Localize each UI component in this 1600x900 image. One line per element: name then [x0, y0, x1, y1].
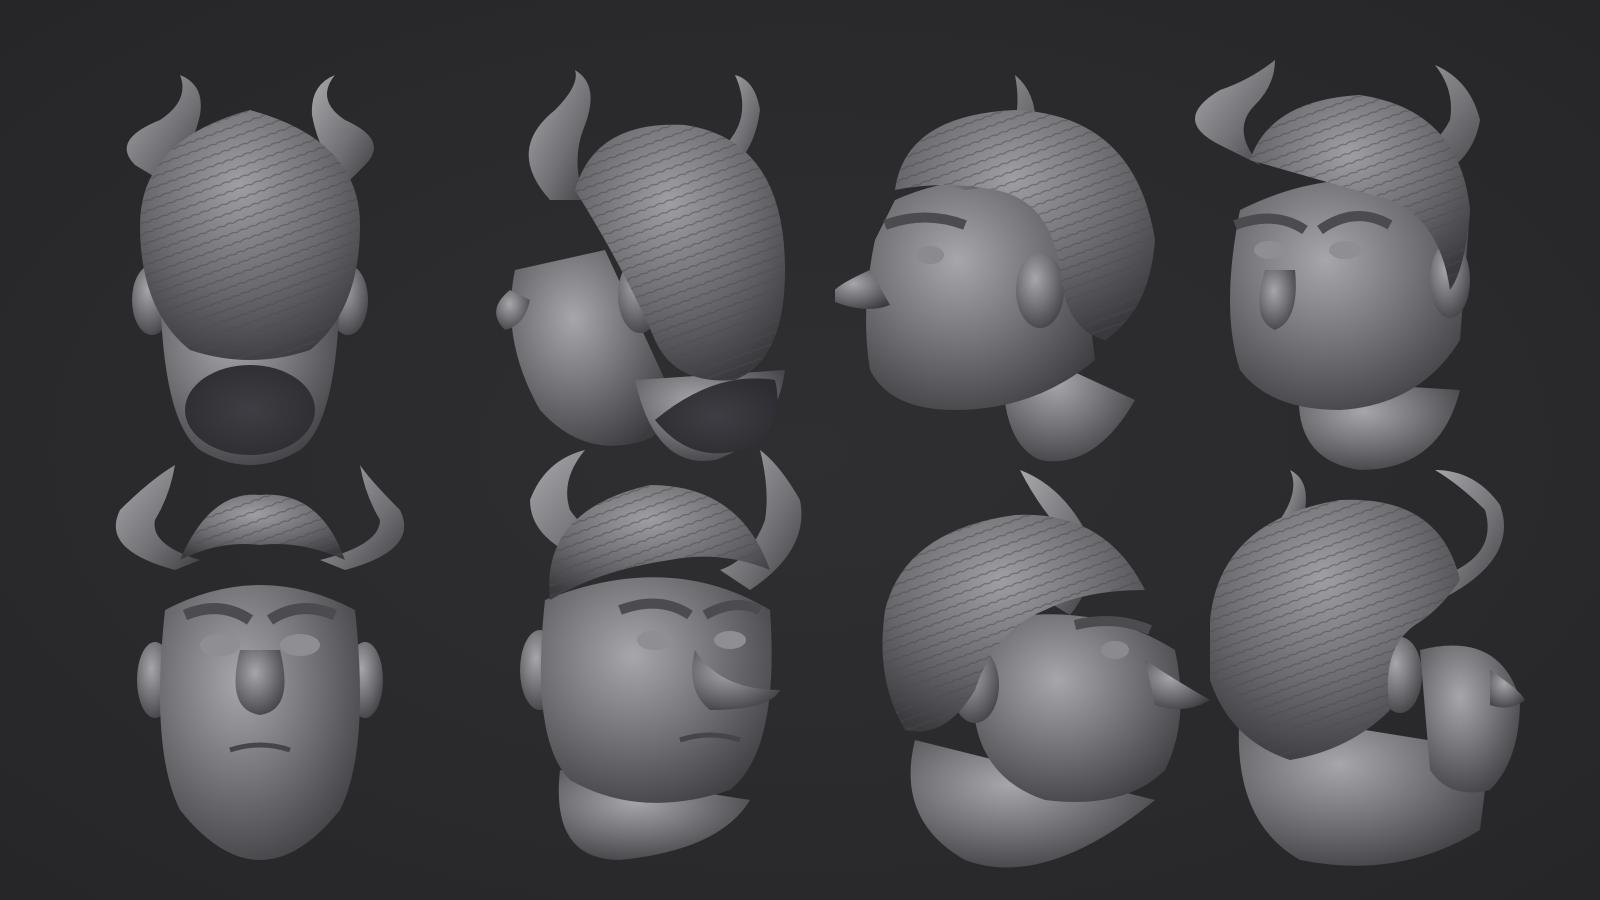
right-eye [1329, 241, 1361, 259]
rear-three-quarter-right-view [1200, 450, 1600, 900]
neck-cut [185, 365, 315, 455]
right-profile-view [845, 450, 1245, 900]
left-eye [200, 634, 240, 656]
eye [1101, 641, 1129, 659]
left-profile-view [835, 40, 1235, 490]
nose [235, 650, 285, 715]
front-view [60, 450, 460, 900]
ear [1016, 252, 1064, 328]
front-three-quarter-right-view [470, 440, 870, 890]
right-eye [714, 631, 746, 649]
face [1420, 645, 1520, 793]
right-eye [280, 634, 320, 656]
front-three-quarter-left-view [1180, 40, 1580, 490]
left-eye [637, 630, 673, 650]
back-view [50, 40, 450, 490]
rear-three-quarter-view [455, 40, 855, 490]
face [975, 614, 1181, 802]
eye [916, 246, 944, 264]
left-eye [1254, 241, 1286, 259]
sculpt-turnaround-canvas [0, 0, 1600, 900]
face [160, 585, 360, 860]
